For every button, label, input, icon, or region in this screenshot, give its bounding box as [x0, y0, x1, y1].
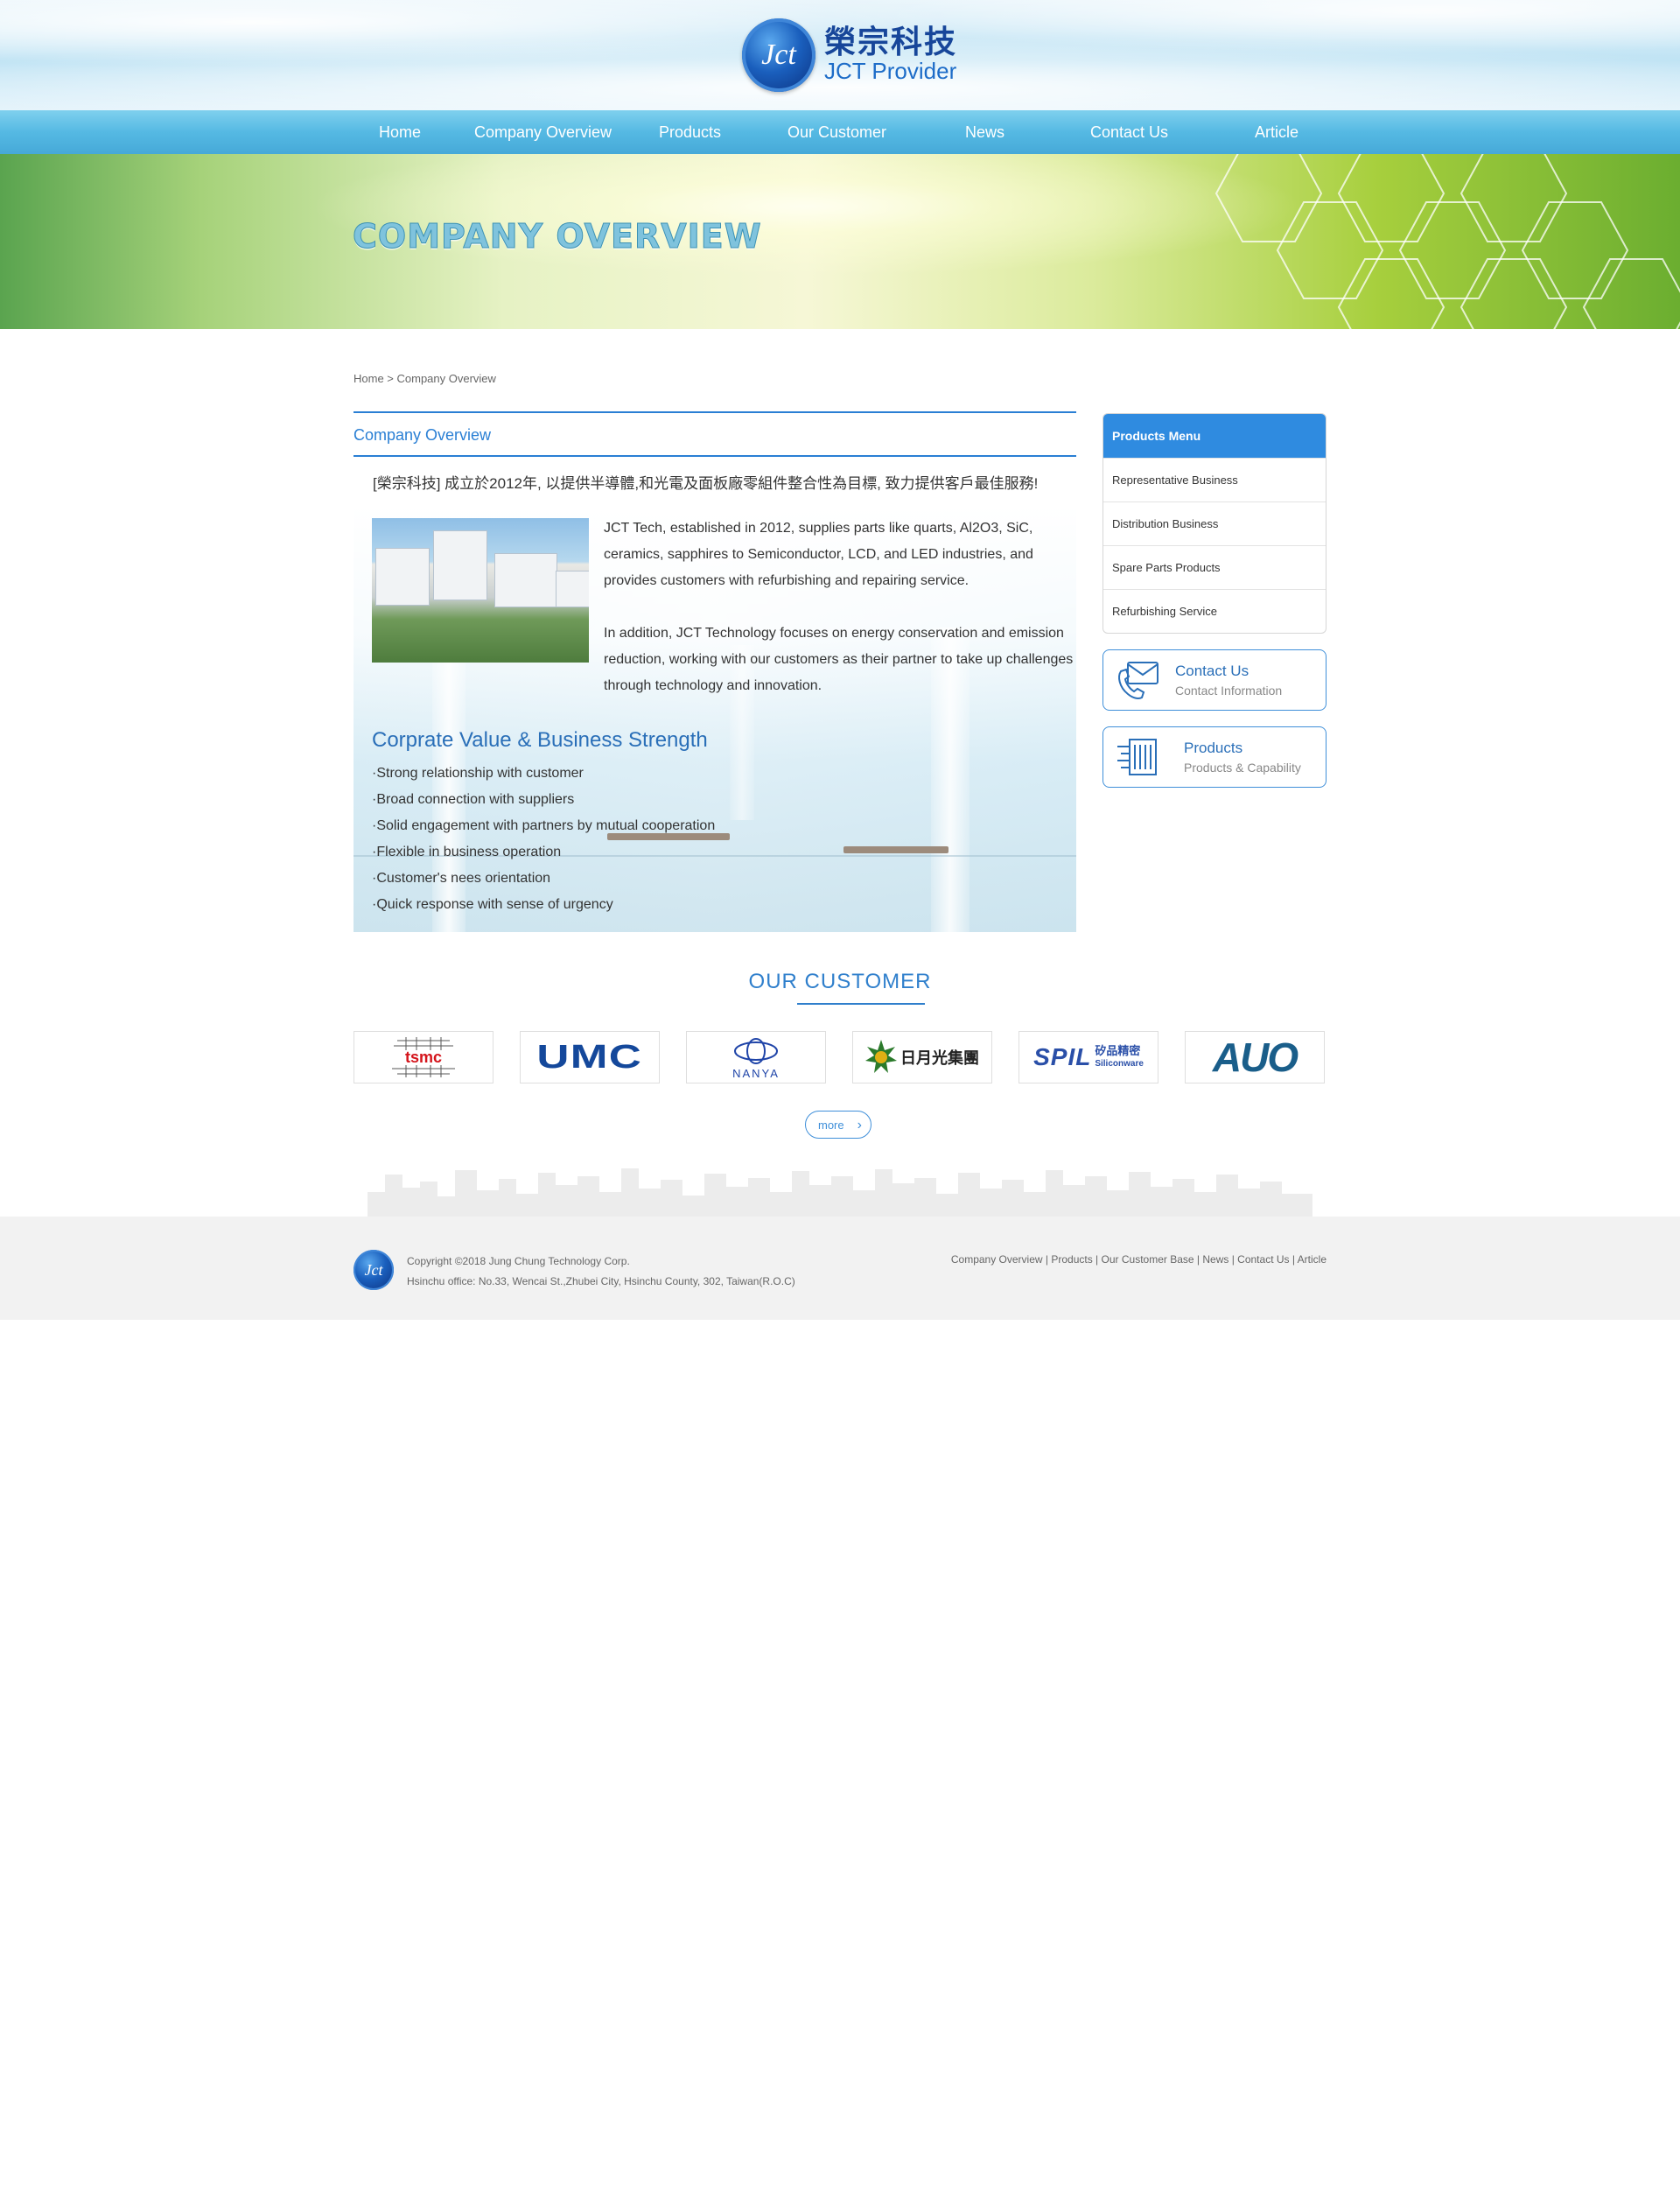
list-item: ·Flexible in business operation: [372, 845, 562, 859]
city-skyline-decoration: [368, 1168, 1312, 1217]
site-header: Jct 榮宗科技 JCT Provider: [0, 0, 1680, 110]
section-header: Company Overview: [354, 411, 1076, 457]
products-box-title: Products: [1184, 740, 1243, 756]
logo-text: 榮宗科技 JCT Provider: [824, 26, 957, 83]
list-item: ·Customer's nees orientation: [372, 871, 551, 886]
banner-title: COMPANY OVERVIEW: [353, 217, 762, 256]
list-item: ·Strong relationship with customer: [372, 766, 584, 781]
nav-news[interactable]: News: [965, 110, 1004, 154]
footer-link-article[interactable]: Article: [1298, 1253, 1326, 1266]
logo-chinese-name: 榮宗科技: [824, 25, 958, 61]
footer-link-news[interactable]: News: [1202, 1253, 1228, 1266]
site-logo[interactable]: Jct 榮宗科技 JCT Provider: [742, 16, 957, 95]
values-title: Corprate Value & Business Strength: [372, 728, 708, 752]
about-panel: JCT Tech, established in 2012, supplies …: [354, 505, 1076, 932]
company-building-photo: [372, 518, 589, 663]
customers-title: OUR CUSTOMER: [748, 970, 932, 993]
contact-us-box[interactable]: Contact Us Contact Information: [1102, 649, 1326, 711]
nav-contact-us[interactable]: Contact Us: [1090, 110, 1168, 154]
products-box-subtitle: Products & Capability: [1184, 761, 1301, 775]
address-text: Hsinchu office: No.33, Wencai St.,Zhubei…: [407, 1275, 795, 1287]
nav-article[interactable]: Article: [1255, 110, 1298, 154]
nav-products[interactable]: Products: [659, 110, 721, 154]
footer-link-products[interactable]: Products: [1051, 1253, 1092, 1266]
more-customers-button[interactable]: more ›: [805, 1111, 872, 1139]
logo-badge: Jct: [742, 18, 816, 92]
customer-logo-umc[interactable]: UMC: [520, 1031, 660, 1083]
sidebar-item-representative-business[interactable]: Representative Business: [1103, 458, 1326, 501]
main-nav: Home Company Overview Products Our Custo…: [0, 110, 1680, 154]
tsmc-logo-icon: tsmc: [392, 1037, 455, 1077]
about-paragraph-1: JCT Tech, established in 2012, supplies …: [604, 521, 1033, 588]
nav-company-overview[interactable]: Company Overview: [474, 110, 612, 154]
footer-links: Company Overview | Products | Our Custom…: [950, 1253, 1326, 1266]
values-list: ·Strong relationship with customer ·Broa…: [372, 761, 715, 918]
chevron-right-icon: ›: [857, 1118, 862, 1133]
hexagon-pattern: [1214, 154, 1680, 329]
main-content: Company Overview [榮宗科技] 成立於2012年, 以提供半導體…: [354, 411, 1076, 932]
footer-link-company-overview[interactable]: Company Overview: [951, 1253, 1043, 1266]
customer-logo-auo[interactable]: AUO: [1185, 1031, 1325, 1083]
footer-link-contact-us[interactable]: Contact Us: [1237, 1253, 1289, 1266]
breadcrumb[interactable]: Home > Company Overview: [354, 372, 496, 385]
logo-english-name: JCT Provider: [824, 58, 957, 85]
copyright-text: Copyright ©2018 Jung Chung Technology Co…: [407, 1255, 630, 1267]
contact-us-title: Contact Us: [1175, 663, 1250, 679]
customer-logo-spil[interactable]: SPIL 矽品精密 Siliconware: [1018, 1031, 1158, 1083]
customer-logo-ase[interactable]: 日月光集團: [852, 1031, 992, 1083]
section-title: Company Overview: [354, 426, 492, 444]
nanya-logo-icon: NANYA: [732, 1038, 780, 1080]
list-item: ·Quick response with sense of urgency: [372, 897, 613, 912]
sidebar: Products Menu Representative Business Di…: [1102, 413, 1326, 788]
customer-logo-tsmc[interactable]: tsmc: [354, 1031, 494, 1083]
sidebar-item-refurbishing-service[interactable]: Refurbishing Service: [1103, 589, 1326, 633]
about-text: JCT Tech, established in 2012, supplies …: [604, 515, 1076, 726]
products-menu-title: Products Menu: [1103, 414, 1326, 458]
customer-logo-nanya[interactable]: NANYA: [686, 1031, 826, 1083]
customers-title-underline: [797, 1003, 925, 1005]
products-box[interactable]: Products Products & Capability: [1102, 726, 1326, 788]
list-item: ·Broad connection with suppliers: [372, 792, 575, 807]
svg-text:tsmc: tsmc: [405, 1048, 442, 1066]
envelope-phone-icon: [1118, 662, 1158, 699]
list-item: ·Solid engagement with partners by mutua…: [372, 818, 716, 833]
sidebar-item-spare-parts-products[interactable]: Spare Parts Products: [1103, 545, 1326, 589]
circuit-board-icon: [1117, 739, 1157, 775]
footer-link-our-customer-base[interactable]: Our Customer Base: [1102, 1253, 1194, 1266]
site-footer: [0, 1217, 1680, 1320]
ase-sunburst-icon: [865, 1040, 897, 1073]
footer-copyright: Copyright ©2018 Jung Chung Technology Co…: [407, 1252, 795, 1292]
page-banner: COMPANY OVERVIEW: [0, 154, 1680, 329]
customer-logos: tsmc UMC NANYA 日月光集團 SPIL 矽品精密 Siliconwa…: [354, 1031, 1326, 1085]
sidebar-item-distribution-business[interactable]: Distribution Business: [1103, 501, 1326, 545]
footer-logo[interactable]: Jct: [354, 1250, 394, 1290]
contact-us-subtitle: Contact Information: [1175, 684, 1283, 698]
products-menu: Products Menu Representative Business Di…: [1102, 413, 1326, 634]
nav-home[interactable]: Home: [379, 110, 421, 154]
svg-text:NANYA: NANYA: [732, 1067, 780, 1080]
about-paragraph-2: In addition, JCT Technology focuses on e…: [604, 626, 1074, 693]
intro-chinese: [榮宗科技] 成立於2012年, 以提供半導體,和光電及面板廠零組件整合性為目標…: [373, 475, 1039, 492]
nav-our-customer[interactable]: Our Customer: [788, 110, 886, 154]
